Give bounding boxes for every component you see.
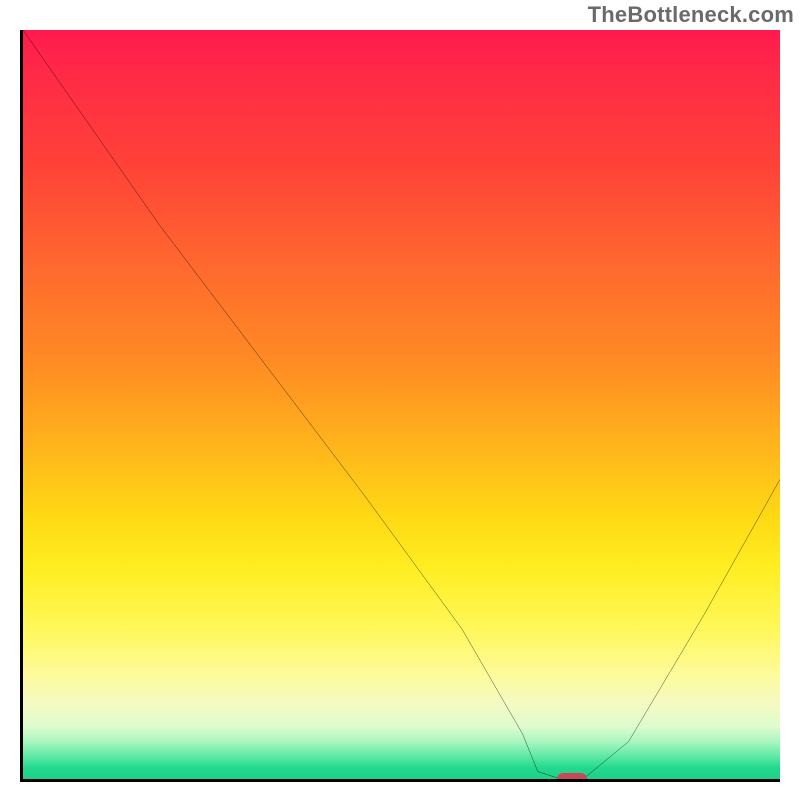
- chart-area: [20, 30, 780, 782]
- watermark-text: TheBottleneck.com: [588, 2, 794, 28]
- optimal-point-marker: [557, 773, 587, 782]
- bottleneck-curve: [23, 30, 780, 779]
